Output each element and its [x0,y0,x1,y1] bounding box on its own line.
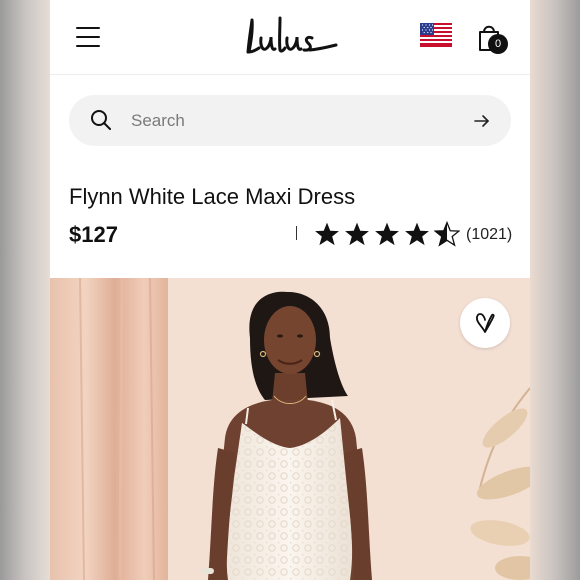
arrow-right-icon[interactable] [471,110,493,132]
product-image[interactable] [50,278,530,580]
cart-count-badge: 0 [488,34,508,54]
star-full-icon [375,222,399,246]
product-price: $127 [69,222,118,247]
mobile-page: 0 Flynn White Lace Maxi Dress $127 [50,0,530,580]
hamburger-menu-icon[interactable] [76,27,100,47]
search-icon [91,110,111,130]
star-full-icon [405,222,429,246]
divider [296,226,297,240]
model-photo [50,278,530,580]
review-count[interactable]: (1021) [466,226,512,244]
product-title: Flynn White Lace Maxi Dress [69,184,356,209]
star-full-icon [315,222,339,246]
favorite-button[interactable] [460,298,510,348]
search-input[interactable] [129,105,453,137]
heart-icon [476,313,495,333]
us-flag-icon[interactable] [420,23,452,47]
site-header: 0 [50,0,530,75]
lulus-logo[interactable] [240,12,340,58]
search-bar[interactable] [69,95,511,146]
star-half-icon [434,221,460,247]
star-full-icon [345,222,369,246]
